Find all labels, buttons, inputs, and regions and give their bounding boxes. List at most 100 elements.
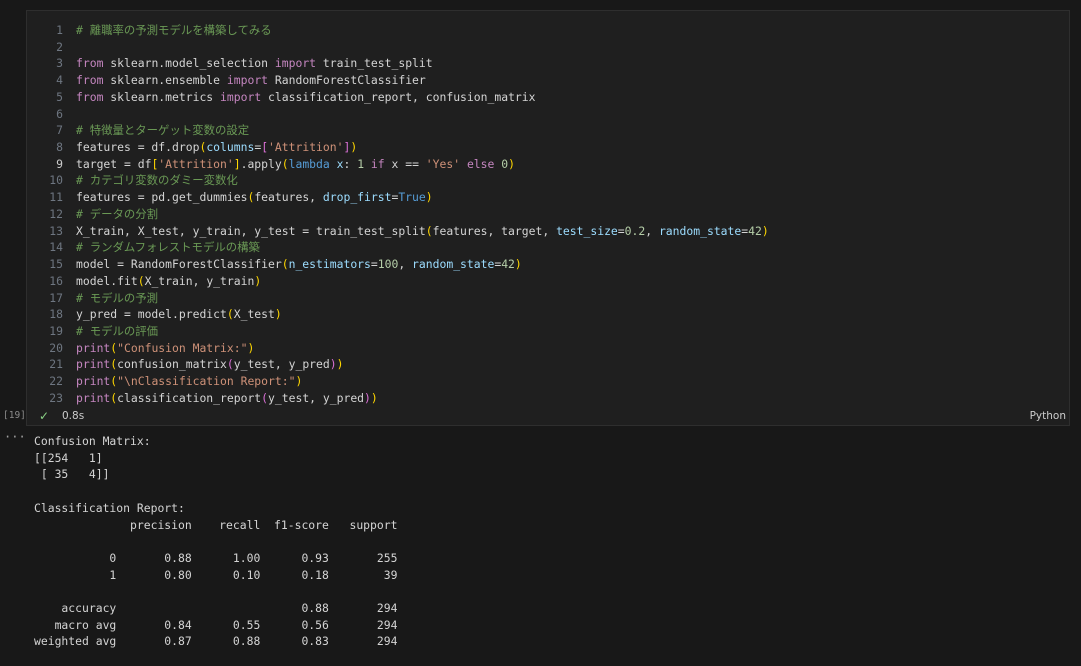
token-string: 'Attrition': [268, 140, 344, 155]
code-line[interactable]: 12 # データの分割: [27, 206, 1069, 223]
execution-time: 0.8s: [62, 410, 85, 422]
token-bracket: ]: [233, 156, 241, 171]
code-line[interactable]: 6: [27, 106, 1069, 123]
code-line[interactable]: 5 from sklearn.metrics import classificat…: [27, 89, 1069, 106]
line-content[interactable]: from sklearn.ensemble import RandomFores…: [76, 72, 426, 89]
line-content[interactable]: print(classification_report(y_test, y_pr…: [76, 390, 378, 407]
token-keyword: if: [370, 156, 385, 171]
line-number: 17: [49, 290, 63, 305]
line-content[interactable]: model.fit(X_train, y_train): [76, 273, 261, 290]
token-string: 'Attrition': [158, 156, 234, 171]
code-line[interactable]: 20 print("Confusion Matrix:"): [27, 340, 1069, 357]
token-comment: # ランダムフォレストモデルの構築: [76, 240, 260, 255]
token-bracket: ): [329, 357, 337, 372]
line-number: 16: [49, 273, 63, 288]
token-code-text: model = RandomForestClassifier: [76, 257, 282, 272]
line-content[interactable]: # 特徴量とターゲット変数の設定: [76, 122, 249, 139]
line-content[interactable]: features = pd.get_dummies(features, drop…: [76, 189, 433, 206]
code-editor[interactable]: 1 # 離職率の予測モデルを構築してみる 2 3 from sklearn.model_…: [27, 22, 1069, 407]
token-code-text: RandomForestClassifier: [268, 73, 426, 88]
token-code-text: y_test, y_pred: [233, 357, 330, 372]
code-line[interactable]: 19 # モデルの評価: [27, 323, 1069, 340]
line-content[interactable]: print(confusion_matrix(y_test, y_pred)): [76, 356, 343, 373]
token-code-text: classification_report: [117, 390, 262, 405]
token-bracket: ): [364, 390, 371, 405]
code-line[interactable]: 16 model.fit(X_train, y_train): [27, 273, 1069, 290]
ellipsis-icon[interactable]: ···: [4, 430, 26, 444]
token-keyword: print: [76, 374, 111, 389]
line-number: 1: [56, 23, 63, 37]
line-content[interactable]: from sklearn.metrics import classificati…: [76, 89, 536, 106]
code-line[interactable]: 17 # モデルの予測: [27, 290, 1069, 307]
code-cell[interactable]: 1 # 離職率の予測モデルを構築してみる 2 3 from sklearn.model_…: [26, 10, 1070, 426]
line-content[interactable]: # 離職率の予測モデルを構築してみる: [76, 22, 272, 39]
code-line[interactable]: 13 X_train, X_test, y_train, y_test = tra…: [27, 223, 1069, 240]
line-content[interactable]: # カテゴリ変数のダミー変数化: [76, 172, 238, 189]
line-content[interactable]: from sklearn.model_selection import trai…: [76, 55, 433, 72]
code-line[interactable]: 3 from sklearn.model_selection import tra…: [27, 55, 1069, 72]
token-code-text: :: [343, 156, 358, 171]
line-content[interactable]: # データの分割: [76, 206, 158, 223]
token-bracket: ): [274, 307, 282, 322]
token-bracket: ): [254, 273, 262, 288]
line-content[interactable]: model = RandomForestClassifier(n_estimat…: [76, 256, 522, 273]
code-line[interactable]: 9 target = df['Attrition'].apply(lambda x…: [27, 156, 1069, 173]
token-string: "Confusion Matrix:": [117, 340, 248, 355]
token-bracket: (: [281, 257, 289, 272]
code-line[interactable]: 23 print(classification_report(y_test, y_…: [27, 390, 1069, 407]
token-comment: # 特徴量とターゲット変数の設定: [76, 123, 250, 138]
line-number: 14: [49, 240, 63, 255]
code-line[interactable]: 10 # カテゴリ変数のダミー変数化: [27, 172, 1069, 189]
line-number: 5: [56, 89, 63, 104]
code-line[interactable]: 15 model = RandomForestClassifier(n_estim…: [27, 256, 1069, 273]
token-parameter: test_size: [556, 223, 618, 238]
token-code-text: features,: [254, 190, 323, 205]
token-keyword: print: [76, 340, 111, 355]
code-line[interactable]: 14 # ランダムフォレストモデルの構築: [27, 239, 1069, 256]
code-line[interactable]: 2: [27, 39, 1069, 56]
line-number: 2: [56, 39, 63, 54]
token-bracket: ): [295, 374, 303, 389]
token-number: 100: [377, 257, 399, 272]
token-builtin: True: [398, 190, 426, 205]
line-content[interactable]: target = df['Attrition'].apply(lambda x:…: [76, 156, 515, 173]
token-code-text: ,: [645, 223, 659, 238]
line-content[interactable]: features = df.drop(columns=['Attrition']…: [76, 139, 357, 156]
line-number: 3: [56, 56, 63, 71]
token-bracket: ): [508, 156, 515, 171]
token-number: 42: [748, 223, 762, 238]
line-number: 23: [49, 390, 63, 405]
language-selector[interactable]: Python: [1030, 410, 1066, 422]
line-content[interactable]: print("Confusion Matrix:"): [76, 340, 254, 357]
code-line[interactable]: 22 print("\nClassification Report:"): [27, 373, 1069, 390]
token-code-text: X_train, y_train: [144, 273, 255, 288]
token-keyword: import: [274, 56, 317, 71]
token-code-text: ,: [398, 257, 413, 272]
token-keyword: from: [76, 89, 104, 104]
token-code-text: train_test_split: [316, 56, 433, 71]
line-content[interactable]: X_train, X_test, y_train, y_test = train…: [76, 223, 769, 240]
token-bracket: ): [350, 140, 358, 155]
code-line[interactable]: 8 features = df.drop(columns=['Attrition'…: [27, 139, 1069, 156]
token-keyword: else: [466, 156, 495, 171]
token-comment: # カテゴリ変数のダミー変数化: [76, 173, 238, 188]
code-line[interactable]: 1 # 離職率の予測モデルを構築してみる: [27, 22, 1069, 39]
token-code-text: [364, 157, 371, 171]
code-line[interactable]: 4 from sklearn.ensemble import RandomFore…: [27, 72, 1069, 89]
code-line[interactable]: 11 features = pd.get_dummies(features, dr…: [27, 189, 1069, 206]
code-line[interactable]: 18 y_pred = model.predict(X_test): [27, 306, 1069, 323]
token-code-text: X_train, X_test, y_train, y_test = train…: [76, 223, 426, 238]
token-keyword: from: [76, 73, 104, 88]
token-code-text: y_pred = model.predict: [76, 307, 227, 322]
line-content[interactable]: # ランダムフォレストモデルの構築: [76, 239, 260, 256]
code-line[interactable]: 7 # 特徴量とターゲット変数の設定: [27, 122, 1069, 139]
token-code-text: features = pd.get_dummies: [76, 190, 248, 205]
line-content[interactable]: # モデルの予測: [76, 290, 158, 307]
token-number: 0.2: [624, 223, 646, 238]
line-content[interactable]: print("\nClassification Report:"): [76, 373, 302, 390]
line-content[interactable]: # モデルの評価: [76, 323, 158, 340]
line-number: 19: [49, 323, 63, 338]
line-content[interactable]: y_pred = model.predict(X_test): [76, 306, 282, 323]
token-code-text: =: [617, 223, 625, 238]
code-line[interactable]: 21 print(confusion_matrix(y_test, y_pred)…: [27, 356, 1069, 373]
